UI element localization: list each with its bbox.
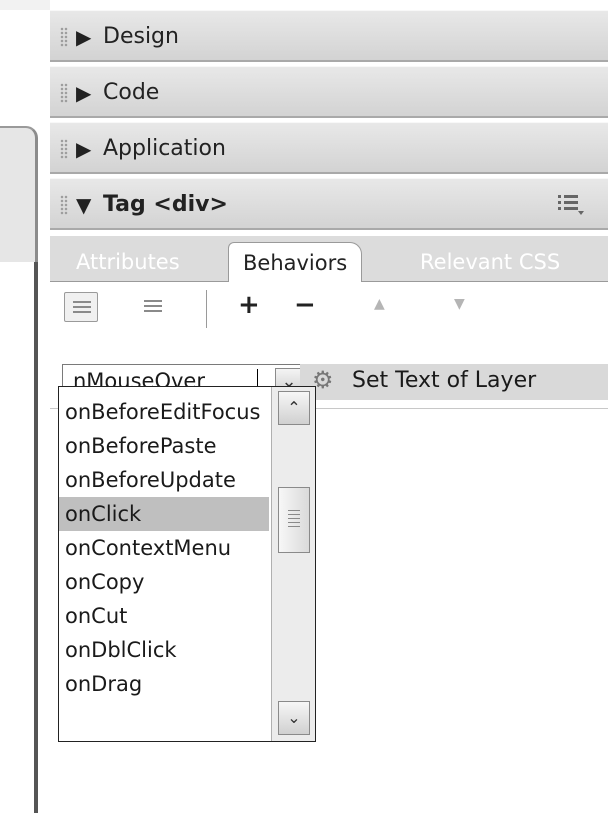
event-option[interactable]: onBeforeUpdate <box>59 463 269 497</box>
panel-header-application[interactable]: ▶ Application <box>50 122 608 174</box>
event-dropdown-list[interactable]: onBeforeEditFocus onBeforePaste onBefore… <box>58 386 316 742</box>
collapse-arrow-icon: ▼ <box>76 193 92 217</box>
scroll-thumb[interactable] <box>278 487 310 553</box>
document-tab-edge <box>0 126 38 262</box>
show-all-events-icon <box>144 300 162 312</box>
scroll-up-button[interactable]: ⌃ <box>278 391 310 425</box>
panel-title-code: Code <box>103 80 160 105</box>
behavior-action-cell[interactable]: ⚙ Set Text of Layer <box>300 364 608 400</box>
document-window-edge <box>0 0 50 813</box>
tab-attributes[interactable]: Attributes <box>76 250 180 274</box>
show-set-events-button[interactable] <box>64 292 98 322</box>
event-option[interactable]: onContextMenu <box>59 531 269 565</box>
expand-arrow-icon: ▶ <box>76 81 92 105</box>
grip-lines-icon <box>288 510 300 530</box>
panel-title-design: Design <box>103 24 179 49</box>
remove-event-button[interactable]: − <box>294 290 316 320</box>
panel-title-tag: Tag <div> <box>103 192 228 217</box>
show-set-events-icon <box>73 301 91 313</box>
window-divider <box>34 262 38 813</box>
event-option[interactable]: onDblClick <box>59 633 269 667</box>
event-option[interactable]: onCopy <box>59 565 269 599</box>
panel-header-code[interactable]: ▶ Code <box>50 66 608 118</box>
move-up-button[interactable]: ▲ <box>374 296 385 312</box>
behavior-action-label: Set Text of Layer <box>352 368 537 393</box>
expand-arrow-icon: ▶ <box>76 137 92 161</box>
move-down-button[interactable]: ▼ <box>454 296 465 312</box>
event-option[interactable]: onBeforeEditFocus <box>59 395 269 429</box>
show-all-events-button[interactable] <box>136 292 170 322</box>
expand-arrow-icon: ▶ <box>76 25 92 49</box>
tab-relevant-css[interactable]: Relevant CSS <box>420 250 560 274</box>
event-option-selected[interactable]: onClick <box>59 497 269 531</box>
panel-title-application: Application <box>103 136 226 161</box>
chevron-up-icon: ⌃ <box>287 398 301 417</box>
dropdown-scrollbar[interactable]: ⌃ ⌄ <box>271 387 315 741</box>
toolbar-separator <box>206 290 207 328</box>
event-option[interactable]: onCut <box>59 599 269 633</box>
grip-icon[interactable] <box>60 139 68 159</box>
grip-icon[interactable] <box>60 83 68 103</box>
panel-options-icon[interactable] <box>556 191 586 217</box>
grip-icon[interactable] <box>60 27 68 47</box>
panel-header-design[interactable]: ▶ Design <box>50 10 608 62</box>
scroll-down-button[interactable]: ⌄ <box>278 701 310 735</box>
top-strip <box>0 0 50 10</box>
tag-inspector-tabs: Attributes Behaviors Relevant CSS <box>50 236 608 283</box>
grip-icon[interactable] <box>60 195 68 215</box>
event-option[interactable]: onDrag <box>59 667 269 701</box>
behaviors-toolbar: + − ▲ ▼ <box>50 282 608 336</box>
panel-header-tag[interactable]: ▼ Tag <div> <box>50 178 608 230</box>
panel-group: ▶ Design ▶ Code ▶ Application ▼ Tag <div… <box>50 10 608 813</box>
add-behavior-button[interactable]: + <box>238 290 260 320</box>
event-option[interactable]: onBeforePaste <box>59 429 269 463</box>
chevron-down-icon: ⌄ <box>287 708 301 727</box>
tab-behaviors[interactable]: Behaviors <box>228 242 363 283</box>
